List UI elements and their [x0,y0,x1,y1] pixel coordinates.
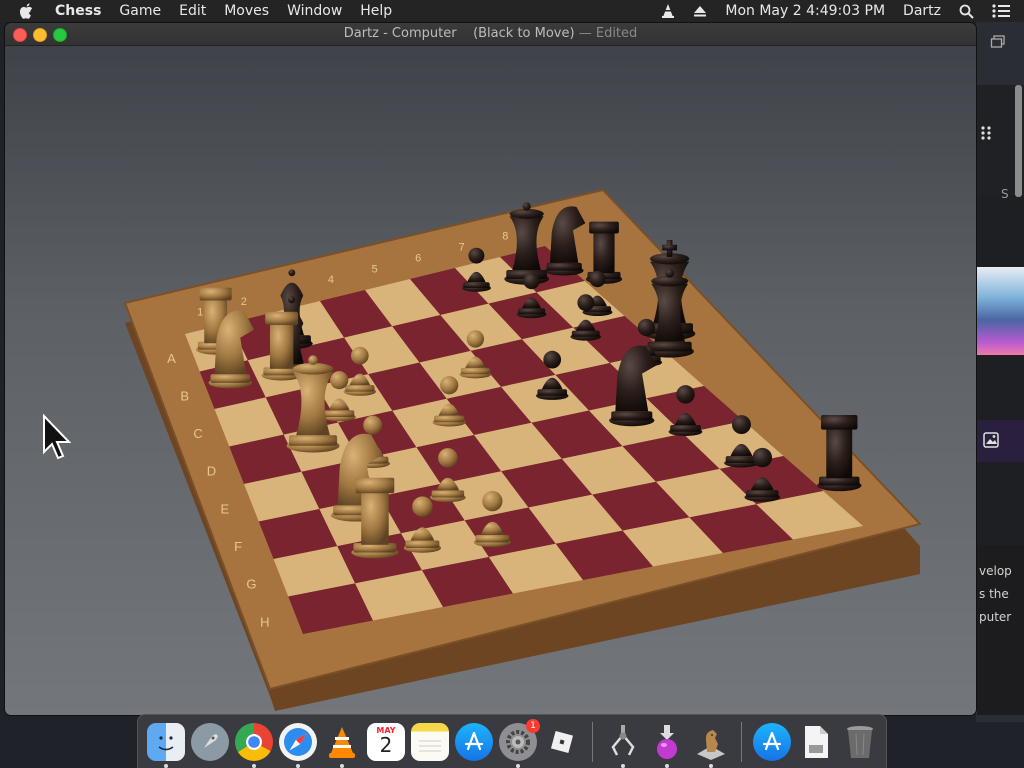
file-label: A [167,351,176,366]
eject-icon[interactable] [684,5,716,17]
vlc-status-icon[interactable] [652,3,684,19]
dock-chess[interactable] [692,723,730,768]
bg-text-line-2: s the [979,587,1009,601]
window-restore-icon[interactable] [990,34,1006,53]
scrollbar-thumb[interactable] [1015,85,1022,197]
zoom-button[interactable] [53,28,67,42]
running-indicator [516,763,520,768]
spotlight-search-icon[interactable] [950,4,983,19]
running-indicator [665,763,669,768]
dock-roblox[interactable] [543,723,581,761]
bg-text-line-1: velop [979,564,1012,578]
control-center-icon[interactable] [983,4,1024,18]
dock-document-stack[interactable] [797,723,835,761]
rank-label: 2 [241,296,247,308]
image-tool-strip [977,420,1024,462]
menu-bar: Chess Game Edit Moves Window Help Mon Ma… [0,0,1024,22]
board-scene[interactable]: ABCDEFGH12345678 [5,46,976,715]
menu-extras: Mon May 2 4:49:03 PM Dartz [652,0,1024,22]
running-indicator [164,763,168,768]
compass-icon [284,727,312,756]
calendar-day: 2 [379,732,393,757]
dock-trash[interactable] [841,723,879,761]
dock-finder[interactable] [147,722,185,768]
apple-menu-icon[interactable] [0,3,46,19]
dock-calendar[interactable]: MAY 2 [367,722,405,761]
menu-game[interactable]: Game [110,0,170,22]
dock-vlc[interactable] [323,723,361,768]
dock-chrome[interactable] [235,722,273,768]
file-label: F [234,539,242,554]
menu-edit[interactable]: Edit [170,0,215,22]
roblox-icon [550,730,574,753]
potion-download-icon [657,724,677,759]
close-button[interactable] [13,28,27,42]
chess-board-view[interactable]: ABCDEFGH12345678 [5,46,976,715]
running-indicator [621,763,625,768]
file-label: H [260,614,269,629]
background-text-area: velop s the puter [977,545,1024,715]
menu-moves[interactable]: Moves [215,0,278,22]
rocket-icon [204,733,218,748]
document-icon [805,725,828,758]
bg-text-line-3: puter [979,610,1012,624]
dock-installer[interactable] [648,723,686,768]
dock-separator [741,721,742,762]
mouse-cursor-icon [42,413,72,466]
file-label: D [207,464,216,479]
dock: MAY 2 1 [137,714,887,768]
notes-icon [419,740,441,751]
window-edited-status: — Edited [578,26,638,41]
running-indicator [340,763,344,768]
file-label: C [193,426,202,441]
dock-app-store[interactable] [455,722,493,761]
menu-window[interactable]: Window [278,0,351,22]
background-window-side-letter: S [1001,187,1009,201]
dock-notes[interactable] [411,722,449,761]
grid-dots-icon[interactable] [980,125,992,145]
trash-icon [847,725,873,758]
running-indicator [296,763,300,768]
dock-launchpad[interactable] [191,722,229,761]
menu-help[interactable]: Help [351,0,401,22]
rank-label: 6 [415,252,421,264]
rank-label: 8 [502,231,508,243]
rank-label: 7 [459,242,465,254]
chrome-icon [246,733,262,750]
finder-icon [158,735,174,750]
thumbnail-preview[interactable] [977,267,1024,355]
rank-label: 1 [197,307,203,319]
minimize-button[interactable] [33,28,47,42]
dock-safari[interactable] [279,722,317,768]
app-store-icon [762,731,782,750]
app-store-icon [464,731,484,750]
menu-user[interactable]: Dartz [894,0,950,22]
window-titlebar[interactable]: Dartz - Computer (Black to Move) — Edite… [5,23,976,46]
notification-badge: 1 [526,718,540,733]
background-app-window[interactable]: S velop s the puter [976,85,1024,715]
menu-app-chess[interactable]: Chess [46,0,110,22]
file-label: B [180,388,189,403]
vlc-icon [329,726,355,758]
image-icon[interactable] [983,432,999,452]
claw-icon [611,724,635,756]
window-title: Dartz - Computer (Black to Move) [343,26,575,41]
menu-clock[interactable]: Mon May 2 4:49:03 PM [716,0,894,22]
rank-label: 4 [328,274,334,286]
dock-separator [592,721,593,762]
chess-window[interactable]: Dartz - Computer (Black to Move) — Edite… [5,23,976,715]
dock-app-store-downloads[interactable] [753,722,791,761]
background-window-toolbar: S [977,85,1024,201]
dock-claw-app[interactable] [604,723,642,768]
running-indicator [709,763,713,768]
rank-label: 5 [371,263,377,275]
chess-knight-icon [697,729,725,760]
file-label: E [220,501,229,516]
running-indicator [252,763,256,768]
dock-system-preferences[interactable]: 1 [499,718,540,768]
file-label: G [246,577,256,592]
